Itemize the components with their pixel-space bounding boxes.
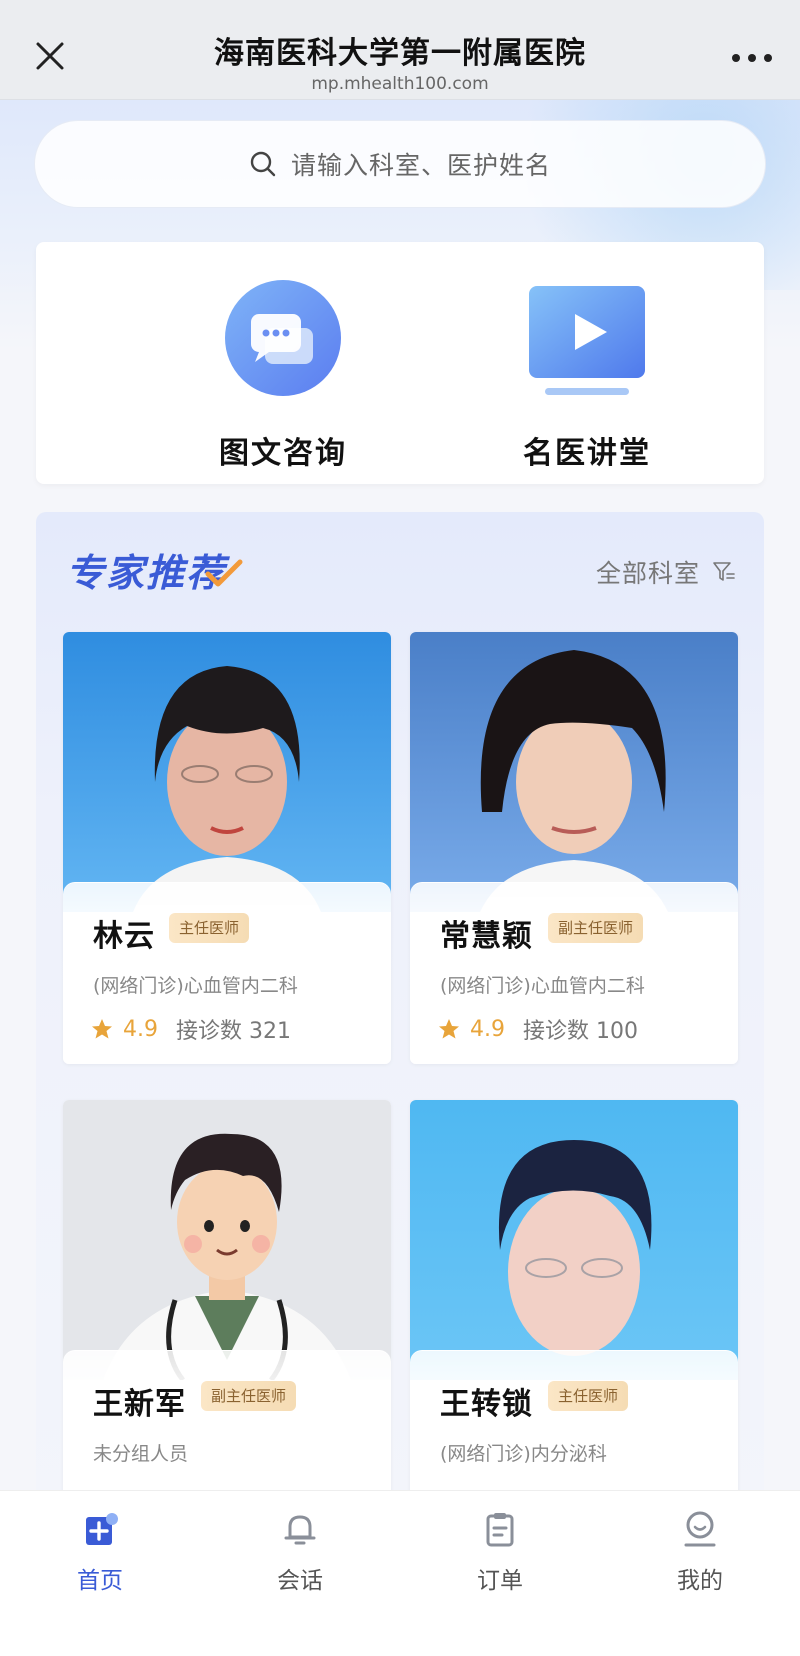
doctor-info: 王新军 副主任医师 未分组人员: [63, 1350, 391, 1512]
clipboard-icon: [486, 1513, 514, 1547]
doctor-info: 王转锁 主任医师 (网络门诊)内分泌科: [410, 1350, 738, 1512]
service-text-consult[interactable]: 图文咨询: [173, 278, 393, 472]
experts-title: 专家推荐: [66, 551, 227, 595]
doctor-department: (网络门诊)心血管内二科: [93, 975, 298, 997]
doctor-name: 常慧颖: [440, 919, 533, 954]
search-icon: [250, 151, 276, 177]
bell-icon: [284, 1515, 316, 1545]
close-icon[interactable]: [28, 34, 72, 78]
chat-bubble-icon: [225, 280, 341, 396]
title-block: 海南医科大学第一附属医院 mp.mhealth100.com: [160, 28, 640, 94]
user-icon: [684, 1511, 716, 1547]
doctor-visits: 接诊数 321: [176, 1019, 291, 1044]
doctor-avatar-illustration: [63, 1100, 391, 1380]
page-title: 海南医科大学第一附属医院: [214, 36, 586, 71]
doctor-card[interactable]: 林云 主任医师 (网络门诊)心血管内二科 4.9 接诊数 321: [63, 632, 391, 1064]
video-play-icon: [529, 286, 645, 395]
search-input[interactable]: 请输入科室、医护姓名: [34, 120, 766, 208]
doctor-photo: [63, 632, 391, 912]
doctor-department: (网络门诊)内分泌科: [440, 1443, 607, 1465]
search-placeholder: 请输入科室、医护姓名: [290, 151, 551, 180]
doctor-department: 未分组人员: [93, 1443, 189, 1465]
star-icon: [439, 1019, 459, 1039]
doctor-card[interactable]: 王新军 副主任医师 未分组人员: [63, 1100, 391, 1512]
nav-label: 会话: [277, 1568, 323, 1594]
nav-home[interactable]: 首页: [0, 1509, 200, 1595]
nav-profile[interactable]: 我的: [600, 1509, 800, 1595]
service-label: 名医讲堂: [523, 436, 651, 471]
doctor-title-badge: 主任医师: [169, 913, 250, 943]
service-label: 图文咨询: [219, 436, 347, 471]
doctor-rating: 4.9: [123, 1016, 158, 1042]
nav-chat[interactable]: 会话: [200, 1509, 400, 1595]
doctor-title-badge: 主任医师: [548, 1381, 629, 1411]
nav-label: 订单: [477, 1568, 523, 1594]
page-url: mp.mhealth100.com: [311, 74, 489, 94]
doctor-rating: 4.9: [470, 1016, 505, 1042]
top-bar: 海南医科大学第一附属医院 mp.mhealth100.com: [0, 0, 800, 100]
doctor-title-badge: 副主任医师: [201, 1381, 297, 1411]
star-icon: [92, 1019, 112, 1039]
doctor-info: 林云 主任医师 (网络门诊)心血管内二科 4.9 接诊数 321: [63, 882, 391, 1064]
all-departments-filter[interactable]: 全部科室: [596, 554, 736, 590]
doctor-visits: 接诊数 100: [523, 1019, 638, 1044]
doctor-name: 王转锁: [440, 1387, 533, 1422]
doctor-photo: [410, 1100, 738, 1380]
hospital-home-icon: [86, 1513, 118, 1545]
nav-label: 我的: [677, 1568, 723, 1594]
nav-label: 首页: [77, 1568, 123, 1594]
doctor-name: 林云: [93, 919, 155, 954]
doctor-stats: 4.9 接诊数 100: [438, 1013, 638, 1045]
doctor-stats: 4.9 接诊数 321: [91, 1013, 291, 1045]
experts-section: 专家推荐 全部科室 林云 主任医师 (网络门诊)心血管内二科 4.9 接诊数 3…: [36, 512, 764, 1512]
doctor-department: (网络门诊)心血管内二科: [440, 975, 645, 997]
doctor-title-badge: 副主任医师: [548, 913, 644, 943]
nav-orders[interactable]: 订单: [400, 1509, 600, 1595]
doctor-name: 王新军: [93, 1387, 186, 1422]
services-card: 图文咨询 名医讲堂: [36, 242, 764, 484]
doctor-card[interactable]: 王转锁 主任医师 (网络门诊)内分泌科: [410, 1100, 738, 1512]
doctor-card[interactable]: 常慧颖 副主任医师 (网络门诊)心血管内二科 4.9 接诊数 100: [410, 632, 738, 1064]
more-icon[interactable]: [722, 38, 782, 78]
bottom-nav: 首页 会话 订单 我的: [0, 1490, 800, 1656]
check-icon: [205, 559, 243, 587]
doctor-photo: [410, 632, 738, 912]
service-lecture[interactable]: 名医讲堂: [477, 278, 697, 472]
all-departments-label: 全部科室: [595, 559, 700, 588]
filter-icon: [713, 562, 735, 581]
doctor-info: 常慧颖 副主任医师 (网络门诊)心血管内二科 4.9 接诊数 100: [410, 882, 738, 1064]
